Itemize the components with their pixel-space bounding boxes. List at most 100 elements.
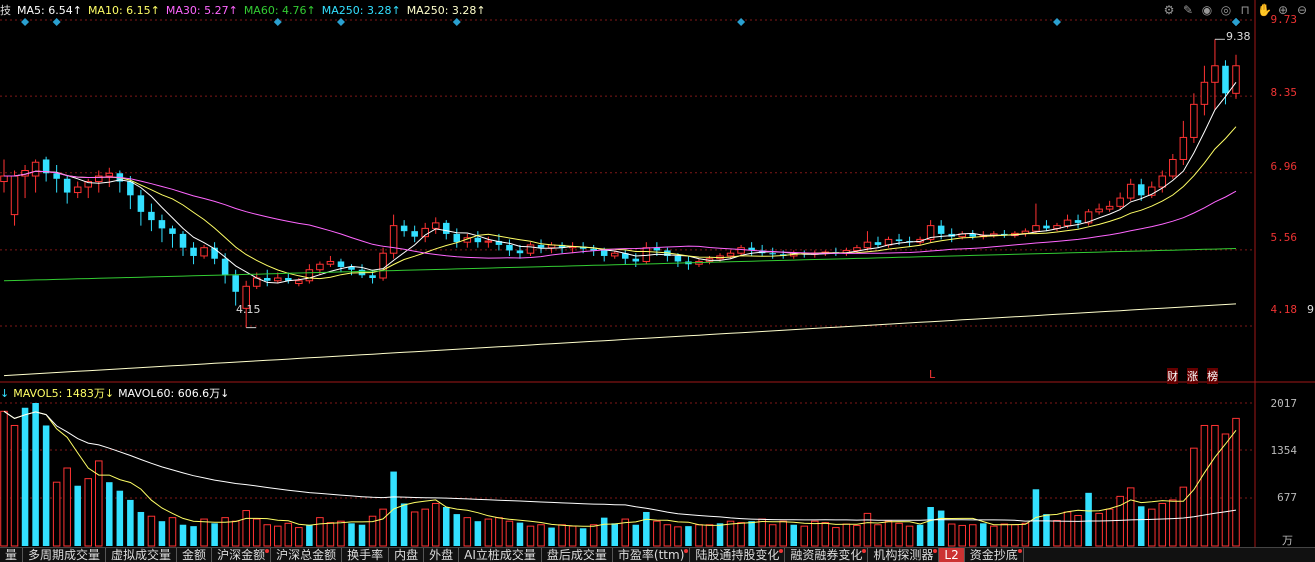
- ma60-label: MA60: 4.76↑: [243, 3, 316, 17]
- tab-15[interactable]: L2: [939, 548, 965, 562]
- candle-body-51: [537, 244, 545, 248]
- ma250b-label: MA250: 3.28↑: [406, 3, 486, 17]
- candle-body-5: [53, 173, 60, 179]
- tab-5[interactable]: 沪深总金额: [271, 548, 343, 562]
- candle-body-106: [1116, 197, 1124, 207]
- tab-7[interactable]: 内盘: [389, 548, 425, 562]
- volume-bar-32: [337, 520, 345, 547]
- eye-off-icon[interactable]: ◎: [1219, 3, 1233, 17]
- candle-body-31: [326, 260, 335, 265]
- candle-body-99: [1043, 225, 1050, 229]
- bang-badge[interactable]: 榜: [1207, 368, 1218, 384]
- tab-12[interactable]: 陆股通持股变化: [690, 548, 786, 562]
- volume-bar-87: [916, 524, 924, 546]
- eye-icon[interactable]: ◉: [1200, 3, 1214, 17]
- volume-bar-25: [263, 524, 272, 547]
- volume-bar-18: [190, 526, 197, 546]
- volume-bar-93: [980, 523, 987, 546]
- candle-body-18: [190, 247, 197, 256]
- volume-bar-64: [674, 526, 682, 547]
- zoom-out-icon[interactable]: ⊖: [1295, 3, 1309, 17]
- volume-bar-78: [821, 522, 830, 547]
- volume-bar-91: [958, 524, 966, 547]
- ma30-line: [4, 170, 1237, 259]
- volume-unit: 万: [1282, 534, 1293, 547]
- lock-icon[interactable]: ⊓: [1238, 3, 1252, 17]
- ma10-label: MA10: 6.15↑: [87, 3, 160, 17]
- candle-body-113: [1190, 103, 1198, 138]
- kline-chart[interactable]: [0, 0, 1315, 547]
- volume-bar-76: [800, 525, 809, 547]
- event-diamond-0: [21, 18, 30, 26]
- volume-bar-31: [326, 522, 335, 547]
- settings-icon[interactable]: ⚙: [1162, 3, 1176, 17]
- volume-bar-56: [589, 524, 598, 547]
- tab-13[interactable]: 融资融券变化: [785, 548, 869, 562]
- candle-body-107: [1126, 183, 1135, 199]
- candle-body-21: [221, 258, 229, 276]
- ma60-line: [3, 248, 1237, 282]
- tab-3[interactable]: 金额: [177, 548, 213, 562]
- volume-bar-100: [1053, 519, 1061, 547]
- candle-body-3: [31, 161, 40, 177]
- candle-body-35: [369, 275, 376, 279]
- tab-10[interactable]: 盘后成交量: [542, 548, 613, 562]
- volume-bar-86: [905, 525, 914, 547]
- volume-bar-109: [1147, 508, 1156, 547]
- volume-tick-0: 2017: [1270, 397, 1298, 410]
- candle-body-111: [1169, 158, 1177, 177]
- volume-bar-82: [863, 512, 872, 547]
- volume-bar-85: [895, 522, 903, 547]
- volume-tick-1: 1354: [1270, 444, 1298, 457]
- tab-8[interactable]: 外盘: [424, 548, 460, 562]
- event-diamond-6: [1052, 18, 1061, 26]
- candle-body-89: [937, 225, 945, 234]
- volume-bar-16: [168, 517, 177, 547]
- candle-body-17: [179, 233, 187, 248]
- ma250-label: MA250: 3.28↑: [321, 3, 401, 17]
- l-marker[interactable]: L: [929, 368, 935, 381]
- volume-bar-42: [442, 507, 450, 546]
- candle-body-15: [158, 220, 166, 229]
- volume-bar-46: [484, 518, 493, 547]
- tab-4[interactable]: 沪深金额: [212, 548, 272, 562]
- volume-bar-70: [737, 522, 745, 547]
- candle-body-28: [295, 280, 303, 285]
- volume-indicator-bar: ↓ MAVOL5: 1483万↓ MAVOL60: 606.6万↓: [0, 385, 229, 401]
- mavol60-line: [3, 410, 1237, 522]
- candle-body-43: [453, 233, 461, 243]
- cai-badge[interactable]: 财: [1167, 368, 1178, 384]
- hand-icon[interactable]: ✋: [1257, 3, 1272, 17]
- volume-bar-7: [74, 485, 81, 546]
- tab-6[interactable]: 换手率: [342, 548, 390, 562]
- high-price-label: 9.38: [1226, 30, 1251, 43]
- zhang-badge[interactable]: 涨: [1187, 368, 1198, 384]
- candle-body-57: [600, 250, 608, 256]
- tab-16[interactable]: 资金抄底: [965, 548, 1024, 562]
- tab-2[interactable]: 虚拟成交量: [106, 548, 178, 562]
- volume-bar-43: [453, 514, 461, 546]
- volume-bar-102: [1074, 515, 1082, 547]
- tab-1[interactable]: 多周期成交量: [23, 548, 107, 562]
- volume-bar-104: [1095, 512, 1103, 547]
- volume-bar-89: [937, 510, 945, 546]
- indicator-bar: 技 MA5: 6.54↑ MA10: 6.15↑ MA30: 5.27↑ MA6…: [0, 2, 486, 18]
- candle-body-116: [1222, 65, 1229, 94]
- pen-icon[interactable]: ✎: [1181, 3, 1195, 17]
- volume-bar-105: [1105, 508, 1114, 547]
- tab-11[interactable]: 市盈率(ttm): [613, 548, 691, 562]
- volume-bar-107: [1126, 487, 1135, 547]
- tab-0[interactable]: 量: [0, 548, 24, 562]
- tab-14[interactable]: 机构探测器: [868, 548, 940, 562]
- candle-body-10: [105, 172, 114, 177]
- volume-bar-15: [158, 521, 166, 546]
- volume-bar-84: [884, 520, 893, 547]
- volume-bar-2: [21, 407, 29, 546]
- volume-bar-80: [842, 523, 851, 547]
- candle-body-114: [1200, 81, 1209, 105]
- volume-bar-115: [1211, 424, 1219, 547]
- volume-bar-0: [0, 410, 8, 547]
- tab-9[interactable]: AI立桩成交量: [459, 548, 542, 562]
- volume-bar-77: [811, 520, 819, 547]
- volume-bar-114: [1200, 424, 1209, 547]
